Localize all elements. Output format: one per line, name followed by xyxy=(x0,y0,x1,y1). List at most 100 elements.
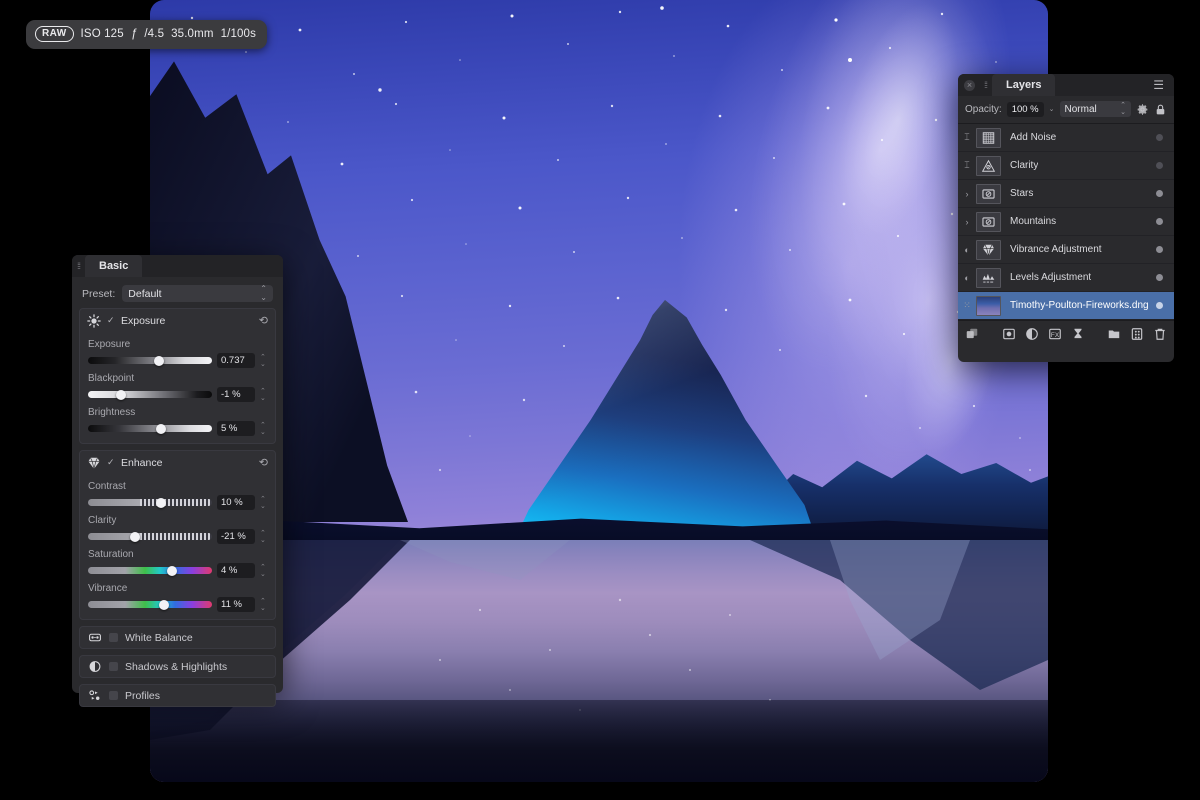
layer-visibility-toggle[interactable] xyxy=(1156,162,1163,169)
stepper-icon[interactable]: ⌃⌄ xyxy=(260,564,267,578)
expand-chevron-icon[interactable]: › xyxy=(958,217,976,227)
photo-canvas[interactable] xyxy=(150,0,1048,782)
mask-group-icon[interactable] xyxy=(1130,327,1144,341)
layer-visibility-toggle[interactable] xyxy=(1156,218,1163,225)
layer-row[interactable]: › Stars xyxy=(958,180,1174,208)
layer-thumbnail[interactable] xyxy=(976,212,1001,232)
slider-thumb[interactable] xyxy=(154,356,164,366)
section-checkbox[interactable] xyxy=(109,633,118,642)
fx-icon[interactable]: FX xyxy=(1048,327,1062,341)
slider-label: Contrast xyxy=(88,481,267,492)
layer-row[interactable]: ⁙ Timothy-Poulton-Fireworks.dng xyxy=(958,292,1174,320)
slider-thumb[interactable] xyxy=(156,424,166,434)
adjust-dot-icon[interactable]: ◐ xyxy=(958,273,976,283)
adjustment-icon[interactable] xyxy=(1025,327,1039,341)
live-filter-icon[interactable]: ⌶ xyxy=(958,160,976,171)
layer-row[interactable]: ◐ Vibrance Adjustment xyxy=(958,236,1174,264)
slider-track[interactable] xyxy=(88,499,212,506)
slider-value-input[interactable]: 0.737 xyxy=(217,353,255,368)
live-filter-icon[interactable] xyxy=(1071,327,1085,341)
expand-chevron-icon[interactable]: › xyxy=(958,189,976,199)
duplicate-layer-icon[interactable] xyxy=(965,327,979,341)
blend-mode-value: Normal xyxy=(1065,104,1097,115)
stepper-icon[interactable]: ⌃⌄ xyxy=(260,388,267,402)
slider-thumb[interactable] xyxy=(156,498,166,508)
slider-thumb[interactable] xyxy=(167,566,177,576)
trash-icon[interactable] xyxy=(1153,327,1167,341)
group-checkbox[interactable]: ✓ xyxy=(107,457,115,468)
layers-panel[interactable]: ⁞⁞ Layers ☰ Opacity: 100 % ⌄ Normal ⌃⌄ ⌶ xyxy=(958,74,1174,362)
mask-icon[interactable] xyxy=(1002,327,1016,341)
collapsed-section[interactable]: Profiles xyxy=(79,684,276,707)
layer-visibility-toggle[interactable] xyxy=(1156,274,1163,281)
slider-track[interactable] xyxy=(88,601,212,608)
layer-visibility-toggle[interactable] xyxy=(1156,190,1163,197)
lock-icon[interactable] xyxy=(1154,103,1167,116)
preset-row: Preset: Default ⌃⌄ xyxy=(72,277,283,308)
basic-adjustments-panel[interactable]: ⁞⁞ Basic Preset: Default ⌃⌄ ✓Exposure⟲Ex… xyxy=(72,255,283,693)
reset-icon[interactable]: ⟲ xyxy=(259,456,268,469)
blend-mode-select[interactable]: Normal ⌃⌄ xyxy=(1060,101,1132,117)
stepper-icon[interactable]: ⌃⌄ xyxy=(260,496,267,510)
slider-thumb[interactable] xyxy=(159,600,169,610)
tab-layers[interactable]: Layers xyxy=(992,74,1055,96)
slider-track[interactable] xyxy=(88,425,212,432)
layer-thumbnail[interactable] xyxy=(976,240,1001,260)
layer-name: Vibrance Adjustment xyxy=(1001,244,1102,255)
preset-select[interactable]: Default ⌃⌄ xyxy=(122,285,273,302)
slider-value-input[interactable]: 4 % xyxy=(217,563,255,578)
layer-row[interactable]: ⌶ Add Noise xyxy=(958,124,1174,152)
live-filter-icon[interactable]: ⌶ xyxy=(958,132,976,143)
panel-drag-grip-icon[interactable]: ⁞⁞ xyxy=(979,74,992,96)
opacity-value[interactable]: 100 % xyxy=(1007,102,1044,117)
chevron-down-icon[interactable]: ⌄ xyxy=(1049,105,1055,113)
layer-visibility-toggle[interactable] xyxy=(1156,302,1163,309)
reset-icon[interactable]: ⟲ xyxy=(259,314,268,327)
layers-footer-center-group: FX xyxy=(1002,327,1085,341)
slider-label: Blackpoint xyxy=(88,373,267,384)
slider-track[interactable] xyxy=(88,533,212,540)
adjust-dot-icon[interactable]: ◐ xyxy=(958,245,976,255)
stepper-icon[interactable]: ⌃⌄ xyxy=(260,530,267,544)
slider-value-input[interactable]: 10 % xyxy=(217,495,255,510)
slider-value-input[interactable]: -21 % xyxy=(217,529,255,544)
slider-thumb[interactable] xyxy=(116,390,126,400)
group-header[interactable]: ✓Exposure⟲ xyxy=(80,309,275,332)
slider-thumb[interactable] xyxy=(130,532,140,542)
mask-icon[interactable]: ⁙ xyxy=(958,300,976,311)
slider-value-input[interactable]: 11 % xyxy=(217,597,255,612)
layer-thumbnail[interactable] xyxy=(976,268,1001,288)
slider-value-input[interactable]: 5 % xyxy=(217,421,255,436)
slider-track[interactable] xyxy=(88,357,212,364)
layer-thumbnail[interactable] xyxy=(976,184,1001,204)
gear-icon[interactable] xyxy=(1136,103,1149,116)
layer-visibility-toggle[interactable] xyxy=(1156,246,1163,253)
layer-thumbnail[interactable] xyxy=(976,128,1001,148)
layer-thumbnail[interactable] xyxy=(976,156,1001,176)
stepper-icon[interactable]: ⌃⌄ xyxy=(260,354,267,368)
hamburger-icon[interactable]: ☰ xyxy=(1153,79,1174,91)
sun-gear-icon xyxy=(87,314,101,328)
collapsed-section[interactable]: Shadows & Highlights xyxy=(79,655,276,678)
layer-thumbnail[interactable] xyxy=(976,296,1001,316)
section-checkbox[interactable] xyxy=(109,691,118,700)
section-checkbox[interactable] xyxy=(109,662,118,671)
layer-row[interactable]: ⌶ Clarity xyxy=(958,152,1174,180)
slider-track[interactable] xyxy=(88,567,212,574)
slider-track[interactable] xyxy=(88,391,212,398)
stepper-icon[interactable]: ⌃⌄ xyxy=(260,598,267,612)
group-header[interactable]: ✓Enhance⟲ xyxy=(80,451,275,474)
group-checkbox[interactable]: ✓ xyxy=(107,315,115,326)
layer-row[interactable]: › Mountains xyxy=(958,208,1174,236)
layer-visibility-toggle[interactable] xyxy=(1156,134,1163,141)
stepper-icon[interactable]: ⌃⌄ xyxy=(260,422,267,436)
close-icon[interactable] xyxy=(964,80,975,91)
svg-text:FX: FX xyxy=(1050,331,1059,338)
tab-basic[interactable]: Basic xyxy=(85,255,142,277)
chevron-updown-icon: ⌃⌄ xyxy=(260,285,267,302)
collapsed-section[interactable]: White Balance xyxy=(79,626,276,649)
slider-value-input[interactable]: -1 % xyxy=(217,387,255,402)
group-folder-icon[interactable] xyxy=(1107,327,1121,341)
panel-drag-grip-icon[interactable]: ⁞⁞ xyxy=(72,255,85,277)
layer-row[interactable]: ◐ Levels Adjustment xyxy=(958,264,1174,292)
